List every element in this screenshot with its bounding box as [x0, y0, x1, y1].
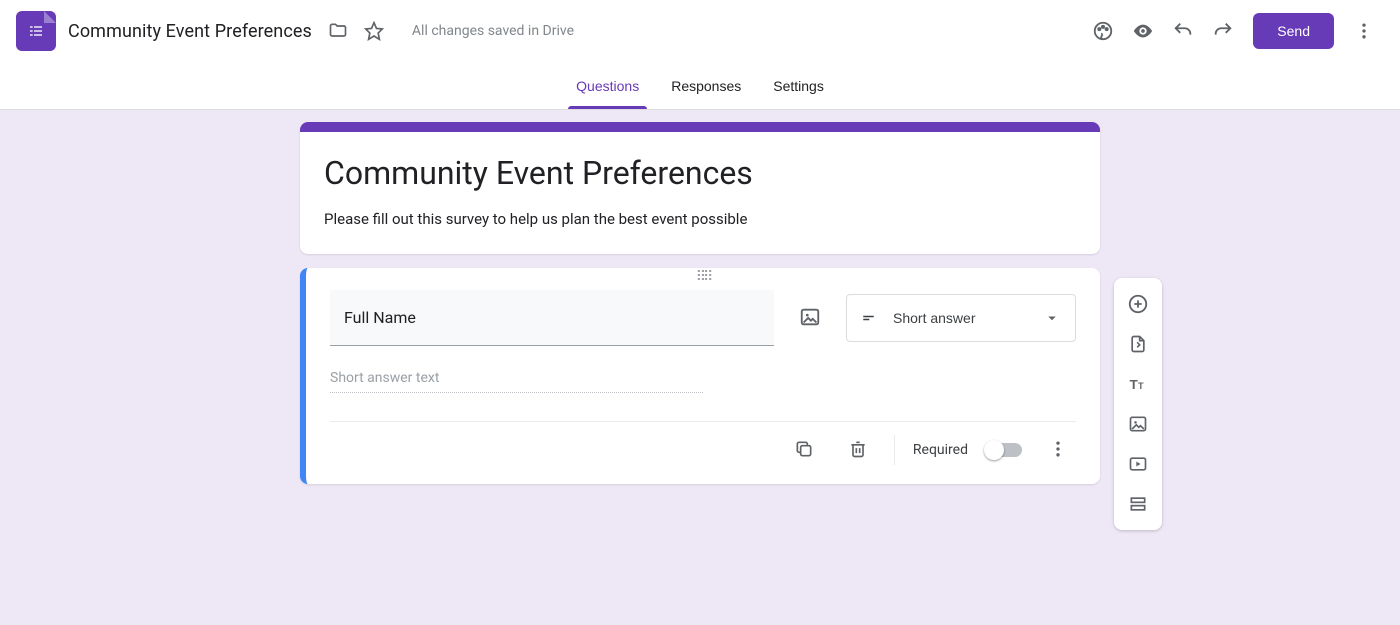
side-toolbar: TT — [1114, 278, 1162, 530]
svg-text:T: T — [1138, 381, 1144, 391]
customize-theme-icon[interactable] — [1083, 11, 1123, 51]
delete-question-icon[interactable] — [840, 432, 876, 468]
add-image-to-question-icon[interactable] — [792, 300, 828, 336]
send-button[interactable]: Send — [1253, 13, 1334, 49]
form-header-card[interactable]: Community Event Preferences Please fill … — [300, 122, 1100, 254]
form-title[interactable]: Community Event Preferences — [324, 154, 1076, 192]
add-title-icon[interactable]: TT — [1118, 364, 1158, 404]
required-label: Required — [913, 442, 968, 458]
import-questions-icon[interactable] — [1118, 324, 1158, 364]
svg-text:T: T — [1130, 377, 1138, 392]
form-tabs: Questions Responses Settings — [0, 62, 1400, 110]
top-header: Community Event Preferences All changes … — [0, 0, 1400, 62]
question-footer: Required — [330, 421, 1076, 468]
add-question-icon[interactable] — [1118, 284, 1158, 324]
tab-responses[interactable]: Responses — [655, 62, 757, 109]
question-type-dropdown[interactable]: Short answer — [846, 294, 1076, 342]
form-description[interactable]: Please fill out this survey to help us p… — [324, 210, 1076, 228]
answer-placeholder: Short answer text — [330, 370, 703, 393]
save-status: All changes saved in Drive — [412, 23, 574, 39]
forms-logo[interactable] — [16, 11, 56, 51]
question-title-input[interactable] — [330, 290, 774, 346]
drag-handle-icon[interactable]: ⠿⠿ — [696, 274, 711, 280]
undo-icon[interactable] — [1163, 11, 1203, 51]
workspace: Community Event Preferences Please fill … — [0, 110, 1400, 625]
redo-icon[interactable] — [1203, 11, 1243, 51]
question-more-options-icon[interactable] — [1040, 432, 1076, 468]
question-card[interactable]: ⠿⠿ Short answer Short answer text — [300, 268, 1100, 484]
required-toggle[interactable] — [986, 443, 1022, 457]
add-image-icon[interactable] — [1118, 404, 1158, 444]
tab-questions[interactable]: Questions — [560, 62, 655, 109]
move-to-folder-icon[interactable] — [320, 13, 356, 49]
duplicate-question-icon[interactable] — [786, 432, 822, 468]
more-options-icon[interactable] — [1344, 11, 1384, 51]
footer-separator — [894, 435, 895, 465]
document-title[interactable]: Community Event Preferences — [68, 21, 312, 42]
preview-icon[interactable] — [1123, 11, 1163, 51]
add-section-icon[interactable] — [1118, 484, 1158, 524]
add-video-icon[interactable] — [1118, 444, 1158, 484]
question-type-label: Short answer — [893, 310, 975, 326]
tab-settings[interactable]: Settings — [757, 62, 840, 109]
star-icon[interactable] — [356, 13, 392, 49]
